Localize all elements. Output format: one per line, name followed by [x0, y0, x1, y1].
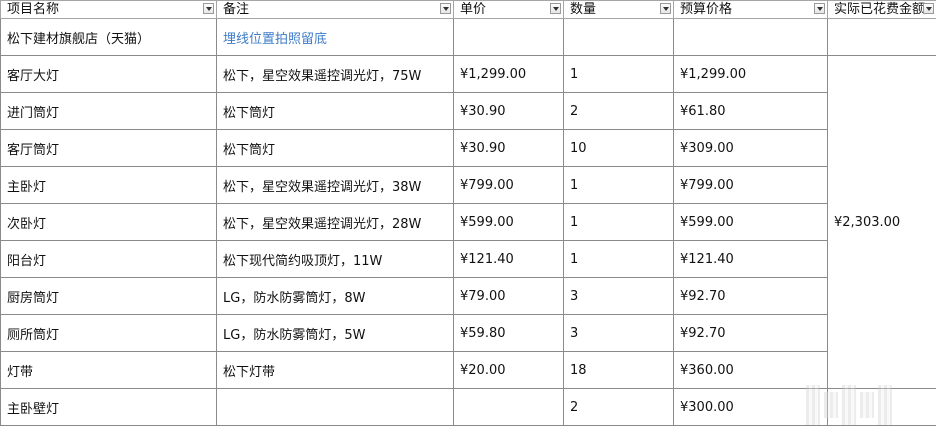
table-row: 灯带 松下灯带 ¥20.00 18 ¥360.00 — [0, 351, 936, 389]
store-note-cell[interactable]: 埋线位置拍照留底 — [216, 18, 454, 56]
budget-price-cell[interactable]: ¥300.00 — [673, 388, 828, 426]
budget-price-cell[interactable]: ¥1,299.00 — [673, 55, 828, 93]
budget-price-cell[interactable]: ¥799.00 — [673, 166, 828, 204]
note-cell[interactable]: LG，防水防雾筒灯，8W — [216, 277, 454, 315]
unit-price-cell[interactable]: ¥599.00 — [453, 203, 564, 241]
table-row: 客厅筒灯 松下筒灯 ¥30.90 10 ¥309.00 — [0, 129, 936, 167]
unit-price-cell[interactable]: ¥30.90 — [453, 92, 564, 130]
table-row: 厨房筒灯 LG，防水防雾筒灯，8W ¥79.00 3 ¥92.70 — [0, 277, 936, 315]
quantity-cell[interactable]: 1 — [563, 166, 674, 204]
unit-price-cell[interactable]: ¥30.90 — [453, 129, 564, 167]
quantity-cell[interactable]: 1 — [563, 203, 674, 241]
spreadsheet: 项目名称 备注 单价 数量 预算价格 实际已花费金额 松下建材旗舰店（天猫） 埋… — [0, 0, 936, 436]
unit-price-cell[interactable]: ¥121.40 — [453, 240, 564, 278]
note-cell[interactable] — [216, 388, 454, 426]
store-name-cell[interactable]: 松下建材旗舰店（天猫） — [0, 18, 217, 56]
item-name-cell[interactable]: 厕所筒灯 — [0, 314, 217, 352]
item-name-cell[interactable]: 灯带 — [0, 351, 217, 389]
item-name-cell[interactable]: 客厅大灯 — [0, 55, 217, 93]
actual-spent-total-cell[interactable]: ¥2,303.00 — [827, 55, 936, 389]
unit-price-cell[interactable]: ¥79.00 — [453, 277, 564, 315]
table-row: 进门筒灯 松下筒灯 ¥30.90 2 ¥61.80 — [0, 92, 936, 130]
header-row: 项目名称 备注 单价 数量 预算价格 实际已花费金额 — [0, 0, 936, 19]
header-budget-price[interactable]: 预算价格 — [673, 0, 828, 19]
quantity-cell[interactable]: 18 — [563, 351, 674, 389]
filter-dropdown-icon[interactable] — [923, 3, 934, 14]
filter-dropdown-icon[interactable] — [550, 3, 561, 14]
item-name-cell[interactable]: 主卧灯 — [0, 166, 217, 204]
empty-cell[interactable] — [827, 18, 936, 56]
unit-price-cell[interactable]: ¥59.80 — [453, 314, 564, 352]
budget-price-cell[interactable]: ¥309.00 — [673, 129, 828, 167]
budget-price-cell[interactable]: ¥121.40 — [673, 240, 828, 278]
quantity-cell[interactable]: 2 — [563, 388, 674, 426]
note-cell[interactable]: LG，防水防雾筒灯，5W — [216, 314, 454, 352]
quantity-cell[interactable]: 2 — [563, 92, 674, 130]
table-row: 阳台灯 松下现代简约吸顶灯，11W ¥121.40 1 ¥121.40 — [0, 240, 936, 278]
note-cell[interactable]: 松下，星空效果遥控调光灯，75W — [216, 55, 454, 93]
note-cell[interactable]: 松下筒灯 — [216, 92, 454, 130]
unit-price-cell[interactable]: ¥1,299.00 — [453, 55, 564, 93]
store-row: 松下建材旗舰店（天猫） 埋线位置拍照留底 — [0, 18, 936, 56]
budget-price-cell[interactable]: ¥92.70 — [673, 277, 828, 315]
unit-price-cell[interactable]: ¥799.00 — [453, 166, 564, 204]
filter-dropdown-icon[interactable] — [660, 3, 671, 14]
empty-cell[interactable] — [563, 18, 674, 56]
header-unit-price[interactable]: 单价 — [453, 0, 564, 19]
quantity-cell[interactable]: 1 — [563, 55, 674, 93]
note-cell[interactable]: 松下现代简约吸顶灯，11W — [216, 240, 454, 278]
quantity-cell[interactable]: 10 — [563, 129, 674, 167]
watermark-logo — [806, 378, 934, 432]
item-name-cell[interactable]: 次卧灯 — [0, 203, 217, 241]
budget-price-cell[interactable]: ¥360.00 — [673, 351, 828, 389]
item-name-cell[interactable]: 厨房筒灯 — [0, 277, 217, 315]
empty-cell[interactable] — [453, 18, 564, 56]
filter-dropdown-icon[interactable] — [203, 3, 214, 14]
note-cell[interactable]: 松下，星空效果遥控调光灯，28W — [216, 203, 454, 241]
table-row: 主卧灯 松下，星空效果遥控调光灯，38W ¥799.00 1 ¥799.00 — [0, 166, 936, 204]
header-quantity[interactable]: 数量 — [563, 0, 674, 19]
quantity-cell[interactable]: 3 — [563, 314, 674, 352]
table-row: 客厅大灯 松下，星空效果遥控调光灯，75W ¥1,299.00 1 ¥1,299.00 ¥… — [0, 55, 936, 389]
header-note[interactable]: 备注 — [216, 0, 454, 19]
header-actual-spent[interactable]: 实际已花费金额 — [827, 0, 936, 19]
budget-price-cell[interactable]: ¥92.70 — [673, 314, 828, 352]
unit-price-cell[interactable] — [453, 388, 564, 426]
budget-price-cell[interactable]: ¥599.00 — [673, 203, 828, 241]
quantity-cell[interactable]: 1 — [563, 240, 674, 278]
empty-cell[interactable] — [673, 18, 828, 56]
note-cell[interactable]: 松下筒灯 — [216, 129, 454, 167]
item-name-cell[interactable]: 阳台灯 — [0, 240, 217, 278]
header-item-name[interactable]: 项目名称 — [0, 0, 217, 19]
note-cell[interactable]: 松下灯带 — [216, 351, 454, 389]
table-row: 厕所筒灯 LG，防水防雾筒灯，5W ¥59.80 3 ¥92.70 — [0, 314, 936, 352]
table-row: 主卧壁灯 2 ¥300.00 — [0, 388, 936, 426]
table-row: 次卧灯 松下，星空效果遥控调光灯，28W ¥599.00 1 ¥599.00 — [0, 203, 936, 241]
item-name-cell[interactable]: 客厅筒灯 — [0, 129, 217, 167]
quantity-cell[interactable]: 3 — [563, 277, 674, 315]
filter-dropdown-icon[interactable] — [440, 3, 451, 14]
item-name-cell[interactable]: 进门筒灯 — [0, 92, 217, 130]
note-cell[interactable]: 松下，星空效果遥控调光灯，38W — [216, 166, 454, 204]
filter-dropdown-icon[interactable] — [814, 3, 825, 14]
lighting-budget-table: 项目名称 备注 单价 数量 预算价格 实际已花费金额 松下建材旗舰店（天猫） 埋… — [0, 0, 936, 426]
item-name-cell[interactable]: 主卧壁灯 — [0, 388, 217, 426]
unit-price-cell[interactable]: ¥20.00 — [453, 351, 564, 389]
budget-price-cell[interactable]: ¥61.80 — [673, 92, 828, 130]
